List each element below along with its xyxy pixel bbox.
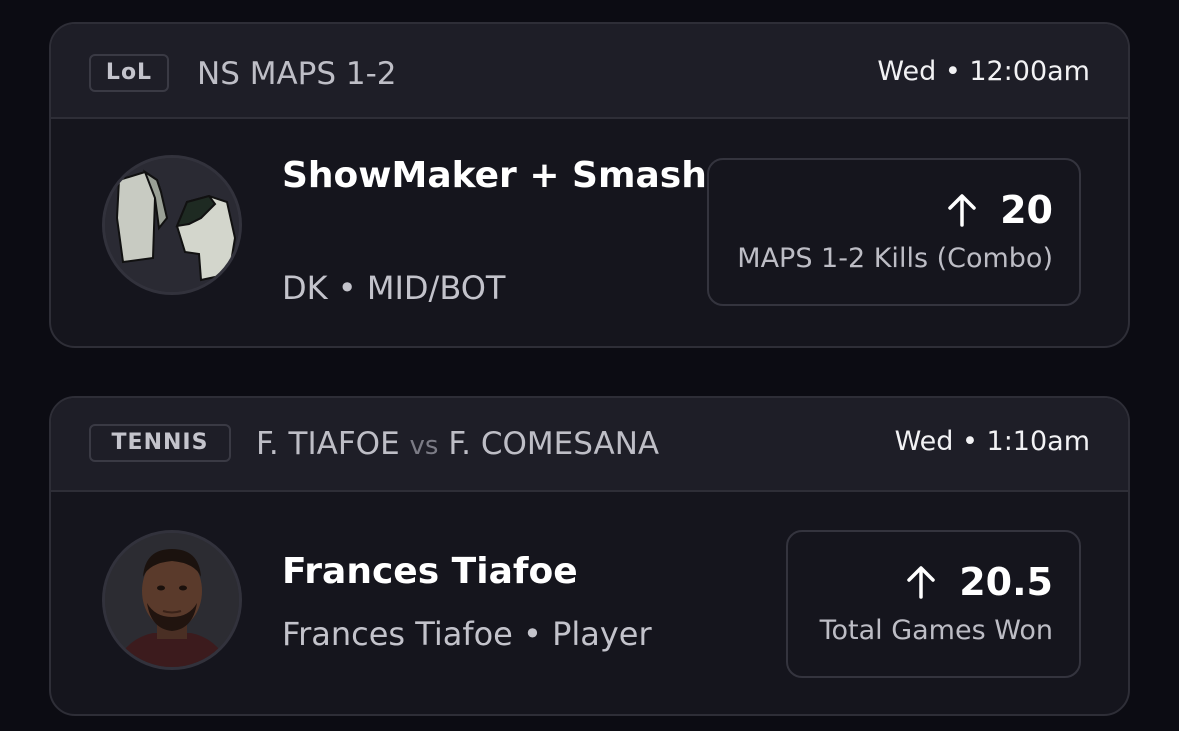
player-name: Frances Tiafoe <box>282 551 578 592</box>
up-arrow-icon <box>907 566 935 599</box>
stat-line-value: 20.5 <box>959 560 1053 604</box>
stat-line-box[interactable]: 20.5 Total Games Won <box>786 530 1081 678</box>
stat-label: Total Games Won <box>819 615 1053 646</box>
matchup-vs: vs <box>409 431 439 461</box>
pick-card[interactable]: LoL NS MAPS 1-2 Wed • 12:00am ShowMaker … <box>49 22 1130 348</box>
stat-line-box[interactable]: 20 MAPS 1-2 Kills (Combo) <box>707 158 1081 306</box>
jersey-icon <box>102 155 242 295</box>
player-info: Frances Tiafoe • Player <box>282 615 652 653</box>
matchup-away: F. COMESANA <box>448 426 660 462</box>
player-photo <box>102 530 242 670</box>
card-header: LoL NS MAPS 1-2 Wed • 12:00am <box>51 24 1128 119</box>
matchup-title: F. TIAFOE vs F. COMESANA <box>256 424 659 466</box>
matchup-home: F. TIAFOE <box>256 426 400 462</box>
matchup-title: NS MAPS 1-2 <box>197 56 397 92</box>
stat-line-value: 20 <box>1000 188 1053 232</box>
game-time: Wed • 1:10am <box>894 426 1090 457</box>
league-badge: TENNIS <box>89 424 231 462</box>
player-name: ShowMaker + Smash <box>282 155 707 196</box>
game-time: Wed • 12:00am <box>877 56 1090 87</box>
up-arrow-icon <box>948 194 976 227</box>
card-header: TENNIS F. TIAFOE vs F. COMESANA Wed • 1:… <box>51 398 1128 492</box>
player-info: DK • MID/BOT <box>282 269 506 307</box>
league-badge: LoL <box>89 54 169 92</box>
pick-card[interactable]: TENNIS F. TIAFOE vs F. COMESANA Wed • 1:… <box>49 396 1130 716</box>
stat-label: MAPS 1-2 Kills (Combo) <box>737 243 1053 274</box>
